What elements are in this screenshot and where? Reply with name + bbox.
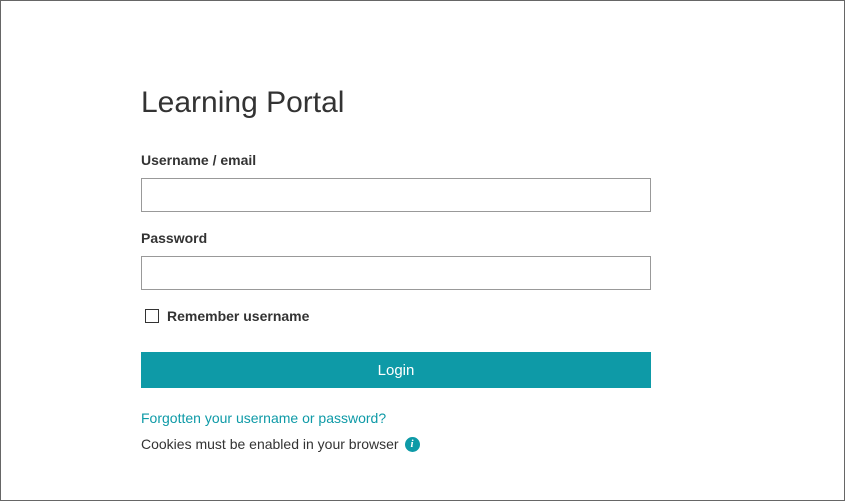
cookies-notice: Cookies must be enabled in your browser … [141,436,541,452]
login-container: Learning Portal Username / email Passwor… [1,1,681,492]
username-input[interactable] [141,178,651,212]
info-icon[interactable]: i [405,437,420,452]
cookies-text: Cookies must be enabled in your browser [141,436,399,452]
password-label: Password [141,230,541,246]
remember-label: Remember username [167,308,309,324]
login-button[interactable]: Login [141,352,651,388]
page-title: Learning Portal [141,86,541,120]
username-field-group: Username / email [141,152,541,212]
username-label: Username / email [141,152,541,168]
forgot-password-link[interactable]: Forgotten your username or password? [141,410,541,426]
remember-checkbox[interactable] [145,309,159,323]
password-field-group: Password [141,230,541,290]
remember-row: Remember username [141,308,541,324]
password-input[interactable] [141,256,651,290]
